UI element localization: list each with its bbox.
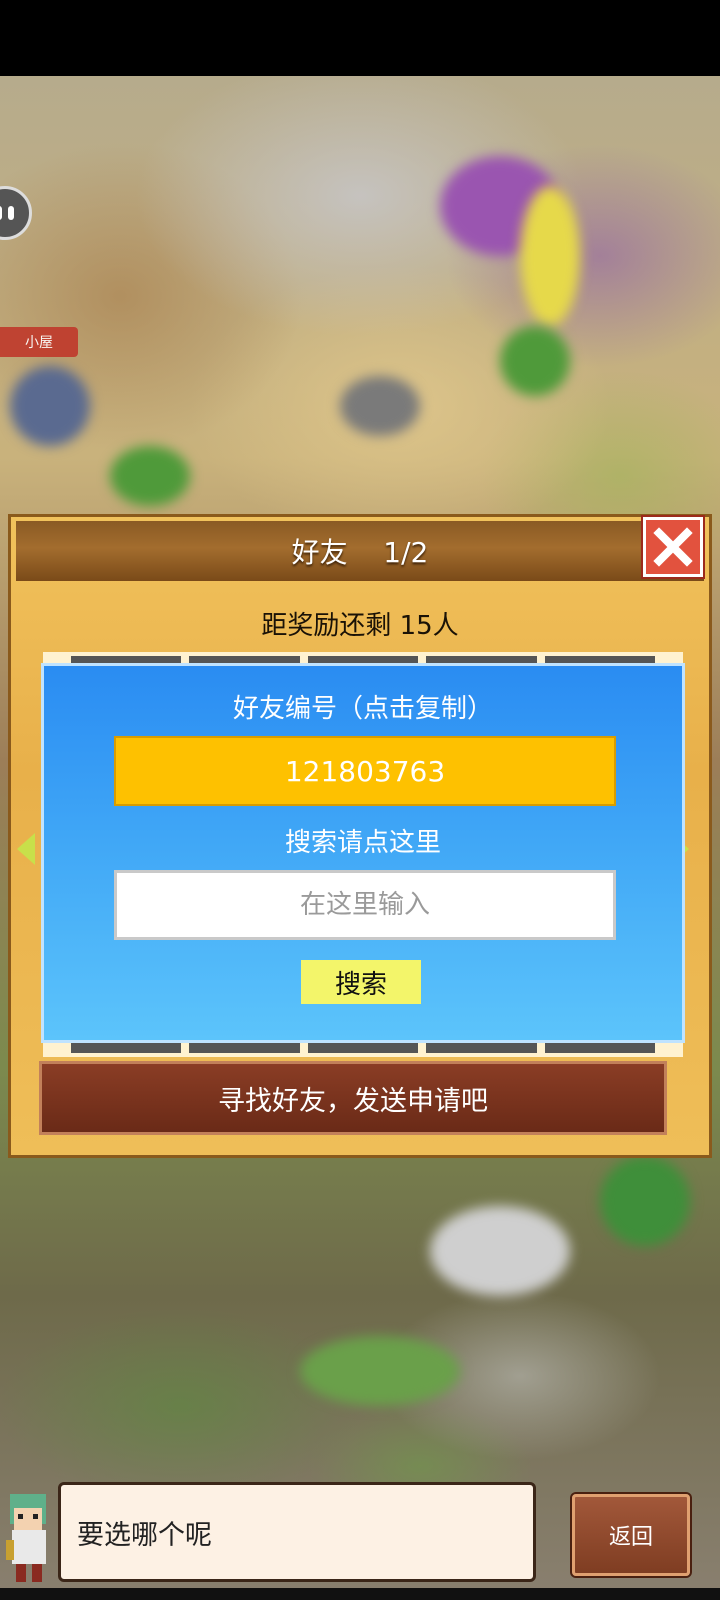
bush-sprite bbox=[110, 446, 190, 506]
panel-header: 好友 1/2 bbox=[16, 521, 704, 581]
find-friends-button[interactable]: 寻找好友，发送申请吧 bbox=[39, 1061, 667, 1135]
search-input[interactable] bbox=[114, 870, 616, 940]
tree-sprite bbox=[600, 1156, 690, 1246]
friend-search-card: 好友编号（点击复制） 121803763 搜索请点这里 搜索 bbox=[41, 663, 685, 1043]
page-tabs-bottom bbox=[43, 1043, 683, 1057]
bottom-edge bbox=[0, 1588, 720, 1600]
tree-sprite bbox=[500, 326, 570, 396]
back-button[interactable]: 返回 bbox=[572, 1494, 690, 1576]
close-x-icon bbox=[653, 527, 693, 567]
hut-label[interactable]: 小屋 bbox=[0, 327, 78, 357]
friend-id-copy-box[interactable]: 121803763 bbox=[114, 736, 616, 806]
arrow-left-icon[interactable] bbox=[17, 833, 35, 865]
field-sprite bbox=[300, 1336, 460, 1406]
character-avatar bbox=[6, 1494, 46, 1582]
close-button[interactable] bbox=[643, 517, 703, 577]
dialog-text: 要选哪个呢 bbox=[77, 1519, 212, 1551]
rock-sprite bbox=[340, 376, 420, 436]
search-label: 搜索请点这里 bbox=[284, 828, 441, 858]
monster-stripe bbox=[520, 186, 580, 326]
hut-sprite bbox=[10, 366, 90, 446]
building-sprite bbox=[430, 1206, 570, 1296]
friend-id-label: 好友编号（点击复制） bbox=[232, 694, 493, 724]
search-button[interactable]: 搜索 bbox=[301, 960, 421, 1004]
panel-title: 好友 1/2 bbox=[291, 536, 429, 569]
dialog-box: 要选哪个呢 bbox=[58, 1482, 536, 1582]
reward-remaining-text: 距奖励还剩 15人 bbox=[261, 611, 459, 641]
status-bar bbox=[0, 0, 720, 76]
friends-panel: 好友 1/2 距奖励还剩 15人 好友编号（点击复制） 121803763 搜索… bbox=[8, 514, 712, 1158]
